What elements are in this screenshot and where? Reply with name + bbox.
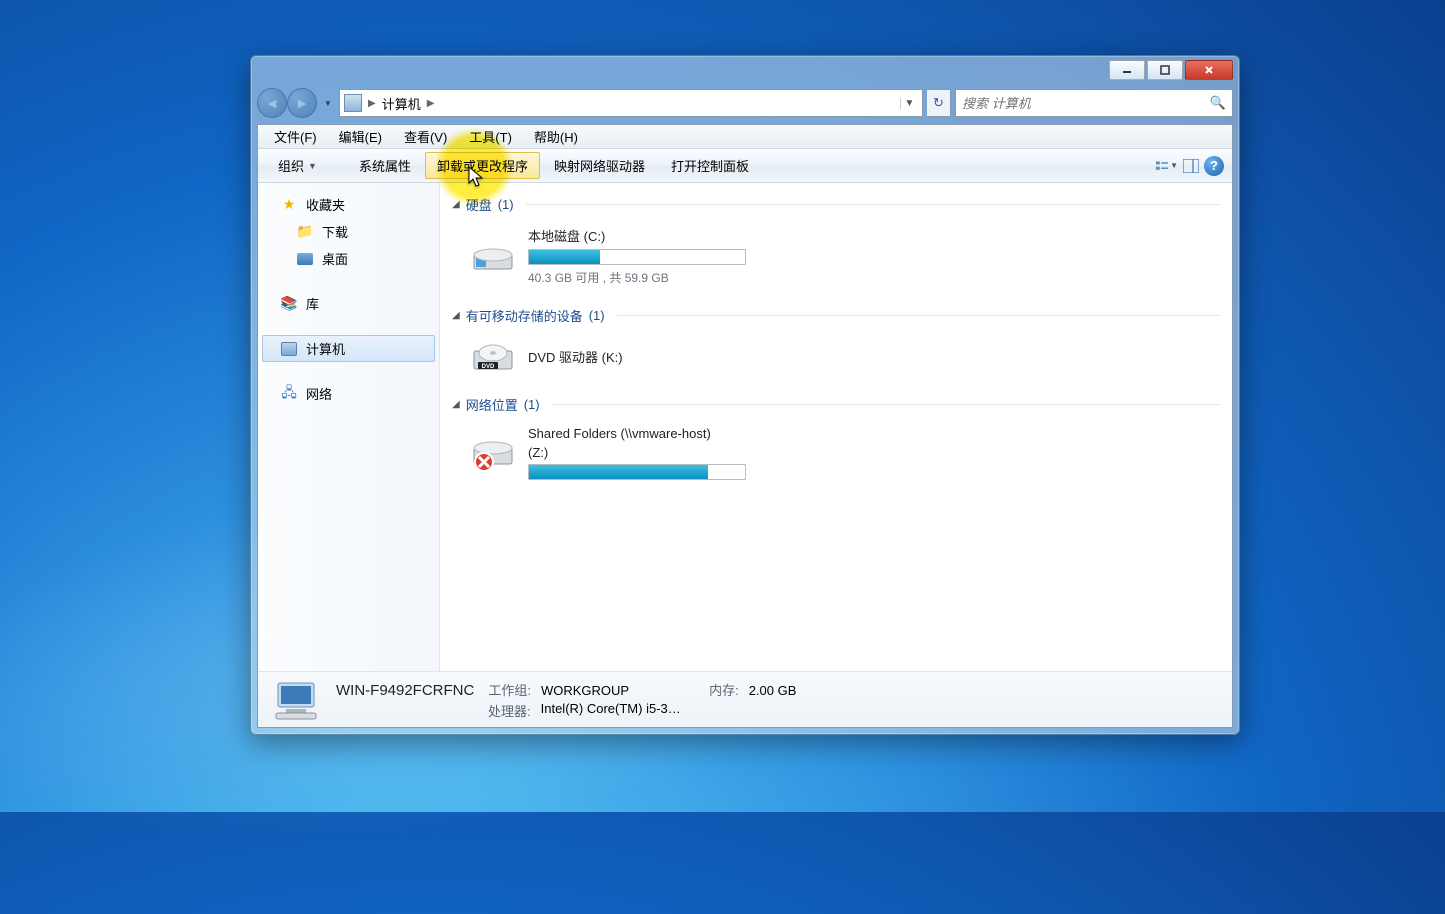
memory-value: 2.00 GB [749, 683, 797, 698]
collapse-icon: ◢ [452, 199, 460, 210]
nav-row: ◄ ► ▼ ▶ 计算机 ▶ ▼ ↻ 🔍 [257, 86, 1233, 120]
titlebar [257, 60, 1233, 82]
close-button[interactable] [1185, 60, 1233, 80]
sidebar-network[interactable]: 🖧 网络 [258, 380, 439, 407]
hdd-icon [470, 237, 516, 275]
drive-label: 本地磁盘 (C:) [528, 226, 746, 245]
group-header-removable[interactable]: ◢ 有可移动存储的设备 (1) [452, 306, 1220, 325]
system-properties-button[interactable]: 系统属性 [347, 152, 423, 179]
nav-back-button[interactable]: ◄ [257, 88, 287, 118]
nav-forward-button[interactable]: ► [287, 88, 317, 118]
drive-usage-bar [528, 249, 746, 265]
computer-icon [280, 341, 298, 357]
sidebar-downloads[interactable]: 📁 下载 [258, 218, 439, 245]
menu-edit[interactable]: 编辑(E) [329, 125, 392, 148]
map-network-drive-button[interactable]: 映射网络驱动器 [542, 152, 657, 179]
workgroup-value: WORKGROUP [541, 683, 629, 698]
sidebar-favorites[interactable]: ★ 收藏夹 [258, 191, 439, 218]
chevron-right-icon[interactable]: ▶ [427, 98, 435, 109]
chevron-right-icon: ▶ [368, 98, 376, 109]
menu-view[interactable]: 查看(V) [394, 125, 457, 148]
address-text: 计算机 [382, 94, 421, 113]
sidebar-desktop[interactable]: 桌面 [258, 245, 439, 272]
dvd-icon: DVD [470, 337, 516, 375]
toolbar: 组织 ▼ 系统属性 卸载或更改程序 映射网络驱动器 打开控制面板 ▼ ? [258, 149, 1232, 183]
explorer-window: ◄ ► ▼ ▶ 计算机 ▶ ▼ ↻ 🔍 文件(F) 编辑(E) 查看(V) 工具… [250, 55, 1240, 735]
svg-text:DVD: DVD [482, 364, 495, 370]
view-mode-button[interactable]: ▼ [1156, 155, 1178, 177]
drive-label: DVD 驱动器 (K:) [528, 347, 623, 366]
refresh-button[interactable]: ↻ [927, 89, 951, 117]
network-drive-icon [470, 434, 516, 472]
address-dropdown[interactable]: ▼ [900, 98, 918, 109]
nav-history-dropdown[interactable]: ▼ [321, 99, 335, 108]
content-pane: ◢ 硬盘 (1) 本地磁盘 (C:) 40.3 GB 可用 , 共 59.9 G [440, 183, 1232, 671]
computer-icon [272, 679, 320, 721]
sidebar-computer[interactable]: 计算机 [262, 335, 435, 362]
group-header-network[interactable]: ◢ 网络位置 (1) [452, 395, 1220, 414]
drive-c[interactable]: 本地磁盘 (C:) 40.3 GB 可用 , 共 59.9 GB [452, 222, 1220, 300]
folder-icon: 📁 [296, 224, 314, 240]
minimize-button[interactable] [1109, 60, 1145, 80]
menubar: 文件(F) 编辑(E) 查看(V) 工具(T) 帮助(H) [258, 125, 1232, 149]
network-icon: 🖧 [280, 386, 298, 402]
drive-usage-bar [528, 464, 746, 480]
star-icon: ★ [280, 197, 298, 213]
search-icon[interactable]: 🔍 [1210, 95, 1226, 111]
organize-button[interactable]: 组织 ▼ [266, 152, 329, 179]
maximize-button[interactable] [1147, 60, 1183, 80]
menu-help[interactable]: 帮助(H) [524, 125, 588, 148]
collapse-icon: ◢ [452, 399, 460, 410]
drive-label: Shared Folders (\\vmware-host) [528, 426, 746, 441]
uninstall-program-button[interactable]: 卸载或更改程序 [425, 152, 540, 179]
cpu-value: Intel(R) Core(TM) i5-3… [541, 701, 681, 720]
help-button[interactable]: ? [1204, 156, 1224, 176]
open-control-panel-button[interactable]: 打开控制面板 [659, 152, 761, 179]
drive-free-text: 40.3 GB 可用 , 共 59.9 GB [528, 269, 746, 286]
computer-icon [344, 94, 362, 112]
search-box[interactable]: 🔍 [955, 89, 1233, 117]
drive-k[interactable]: DVD DVD 驱动器 (K:) [452, 333, 1220, 389]
library-icon: 📚 [280, 296, 298, 312]
desktop-icon [296, 251, 314, 267]
preview-pane-button[interactable] [1180, 155, 1202, 177]
computer-name: WIN-F9492FCRFNC [336, 682, 474, 699]
address-bar[interactable]: ▶ 计算机 ▶ ▼ [339, 89, 923, 117]
details-pane: WIN-F9492FCRFNC 工作组: WORKGROUP 内存: 2.00 … [258, 671, 1232, 727]
search-input[interactable] [962, 96, 1210, 111]
sidebar: ★ 收藏夹 📁 下载 桌面 📚 库 [258, 183, 440, 671]
group-header-hdd[interactable]: ◢ 硬盘 (1) [452, 195, 1220, 214]
drive-z[interactable]: Shared Folders (\\vmware-host) (Z:) [452, 422, 1220, 494]
menu-tools[interactable]: 工具(T) [459, 125, 522, 148]
menu-file[interactable]: 文件(F) [264, 125, 327, 148]
collapse-icon: ◢ [452, 310, 460, 321]
drive-letter: (Z:) [528, 445, 746, 460]
sidebar-libraries[interactable]: 📚 库 [258, 290, 439, 317]
